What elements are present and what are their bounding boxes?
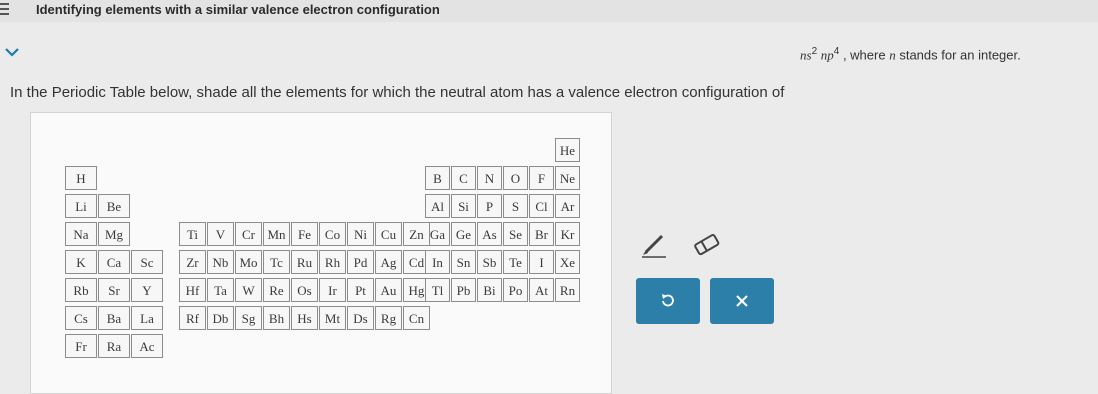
element-cell-po[interactable]: Po (503, 278, 528, 302)
element-cell-ti[interactable]: Ti (179, 222, 206, 246)
element-cell-sg[interactable]: Sg (235, 306, 262, 330)
element-cell-na[interactable]: Na (65, 222, 97, 246)
element-cell-sc[interactable]: Sc (131, 250, 163, 274)
element-cell-rb[interactable]: Rb (65, 278, 97, 302)
undo-icon (662, 294, 674, 307)
element-cell-mt[interactable]: Mt (319, 306, 346, 330)
element-cell-co[interactable]: Co (319, 222, 346, 246)
element-cell-rg[interactable]: Rg (375, 306, 402, 330)
element-cell-kr[interactable]: Kr (555, 222, 580, 246)
element-cell-la[interactable]: La (131, 306, 163, 330)
element-cell-pb[interactable]: Pb (451, 278, 476, 302)
element-cell-mg[interactable]: Mg (98, 222, 130, 246)
element-cell-in[interactable]: In (425, 250, 450, 274)
element-cell-fe[interactable]: Fe (291, 222, 318, 246)
element-cell-y[interactable]: Y (131, 278, 163, 302)
element-cell-bh[interactable]: Bh (263, 306, 290, 330)
element-cell-hs[interactable]: Hs (291, 306, 318, 330)
element-cell-o[interactable]: O (503, 166, 528, 190)
element-cell-bi[interactable]: Bi (477, 278, 502, 302)
element-cell-mn[interactable]: Mn (263, 222, 290, 246)
element-cell-n[interactable]: N (477, 166, 502, 190)
element-cell-nb[interactable]: Nb (207, 250, 234, 274)
menu-icon[interactable] (0, 1, 16, 17)
element-cell-ru[interactable]: Ru (291, 250, 318, 274)
element-cell-sn[interactable]: Sn (451, 250, 476, 274)
element-cell-p[interactable]: P (477, 194, 502, 218)
top-bar: Identifying elements with a similar vale… (0, 0, 1098, 22)
element-cell-w[interactable]: W (235, 278, 262, 302)
element-cell-os[interactable]: Os (291, 278, 318, 302)
element-cell-pd[interactable]: Pd (347, 250, 374, 274)
periodic-table: He H B C N O F Ne Li Be Al Si P S Cl Ar Na Mg Ga Ge As Se Br Kr… (65, 138, 585, 368)
element-cell-he[interactable]: He (555, 138, 580, 162)
prompt-text: In the Periodic Table below, shade all t… (10, 84, 785, 101)
pencil-icon[interactable] (638, 232, 668, 258)
element-cell-b[interactable]: B (425, 166, 450, 190)
element-cell-ir[interactable]: Ir (319, 278, 346, 302)
element-cell-sb[interactable]: Sb (477, 250, 502, 274)
element-cell-cu[interactable]: Cu (375, 222, 402, 246)
element-cell-rn[interactable]: Rn (555, 278, 580, 302)
element-cell-v[interactable]: V (207, 222, 234, 246)
element-cell-cs[interactable]: Cs (65, 306, 97, 330)
element-cell-ds[interactable]: Ds (347, 306, 374, 330)
element-cell-h[interactable]: H (65, 166, 97, 190)
element-cell-si[interactable]: Si (451, 194, 476, 218)
config-formula: ns2 np4 , where n stands for an integer. (800, 46, 1021, 63)
element-cell-cn[interactable]: Cn (403, 306, 430, 330)
element-cell-zn[interactable]: Zn (403, 222, 430, 246)
element-cell-ba[interactable]: Ba (98, 306, 130, 330)
element-cell-ac[interactable]: Ac (131, 334, 163, 358)
element-cell-db[interactable]: Db (207, 306, 234, 330)
element-cell-ge[interactable]: Ge (451, 222, 476, 246)
element-cell-fr[interactable]: Fr (65, 334, 97, 358)
element-cell-ra[interactable]: Ra (98, 334, 130, 358)
element-cell-ag[interactable]: Ag (375, 250, 402, 274)
element-cell-re[interactable]: Re (263, 278, 290, 302)
element-cell-au[interactable]: Au (375, 278, 402, 302)
element-cell-zr[interactable]: Zr (179, 250, 206, 274)
undo-button[interactable] (636, 278, 700, 324)
eraser-icon[interactable] (692, 232, 722, 258)
element-cell-f[interactable]: F (529, 166, 554, 190)
element-cell-i[interactable]: I (529, 250, 554, 274)
clear-button[interactable] (710, 278, 774, 324)
element-cell-tl[interactable]: Tl (425, 278, 450, 302)
element-cell-cl[interactable]: Cl (529, 194, 554, 218)
element-cell-as[interactable]: As (477, 222, 502, 246)
element-cell-xe[interactable]: Xe (555, 250, 580, 274)
element-cell-c[interactable]: C (451, 166, 476, 190)
element-cell-ar[interactable]: Ar (555, 194, 580, 218)
element-cell-k[interactable]: K (65, 250, 97, 274)
element-cell-se[interactable]: Se (503, 222, 528, 246)
element-cell-li[interactable]: Li (65, 194, 97, 218)
question-prompt: In the Periodic Table below, shade all t… (10, 46, 1090, 101)
element-cell-rf[interactable]: Rf (179, 306, 206, 330)
close-icon (736, 295, 748, 307)
element-cell-s[interactable]: S (503, 194, 528, 218)
element-cell-hf[interactable]: Hf (179, 278, 206, 302)
element-cell-sr[interactable]: Sr (98, 278, 130, 302)
element-cell-ca[interactable]: Ca (98, 250, 130, 274)
element-cell-br[interactable]: Br (529, 222, 554, 246)
page-title: Identifying elements with a similar vale… (36, 2, 440, 17)
element-cell-ni[interactable]: Ni (347, 222, 374, 246)
element-cell-ta[interactable]: Ta (207, 278, 234, 302)
element-cell-ne[interactable]: Ne (555, 166, 580, 190)
element-cell-al[interactable]: Al (425, 194, 450, 218)
element-cell-tc[interactable]: Tc (263, 250, 290, 274)
element-cell-mo[interactable]: Mo (235, 250, 262, 274)
element-cell-be[interactable]: Be (98, 194, 130, 218)
element-cell-pt[interactable]: Pt (347, 278, 374, 302)
element-cell-cr[interactable]: Cr (235, 222, 262, 246)
element-cell-rh[interactable]: Rh (319, 250, 346, 274)
element-cell-at[interactable]: At (529, 278, 554, 302)
element-cell-te[interactable]: Te (503, 250, 528, 274)
